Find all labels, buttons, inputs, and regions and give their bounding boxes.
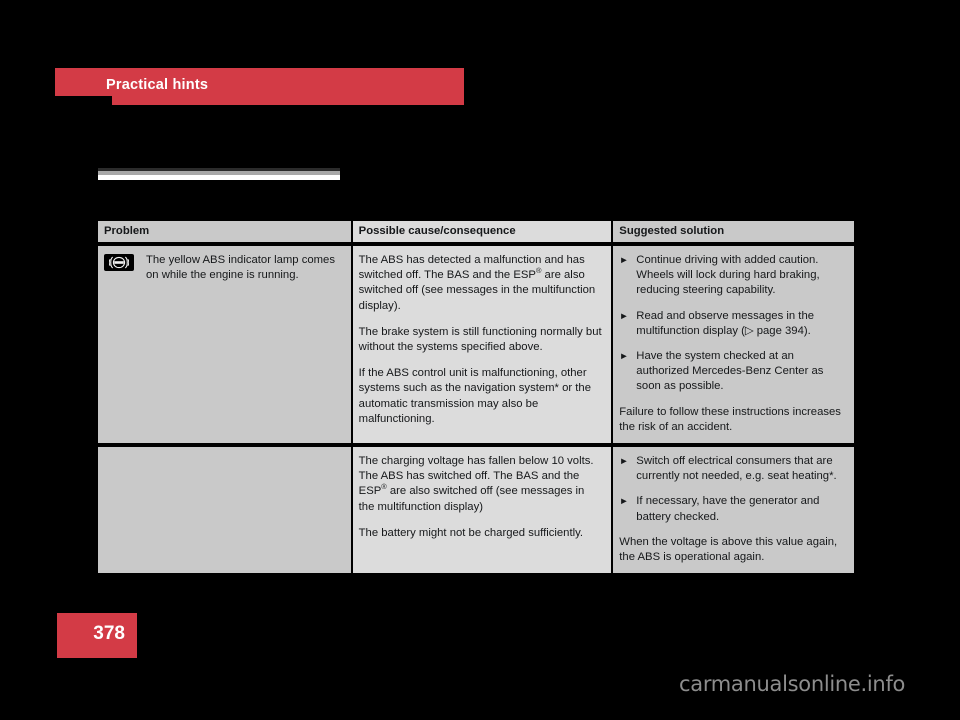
troubleshooting-table: Problem Possible cause/consequence Sugge… <box>98 221 854 574</box>
chapter-title: Practical hints <box>106 77 209 93</box>
triangle-bullet-icon: ► <box>619 351 629 363</box>
solution-note: Failure to follow these instructions inc… <box>619 405 841 433</box>
triangle-bullet-icon: ► <box>619 310 629 322</box>
cell-solution: ► Continue driving with added caution. W… <box>613 246 854 444</box>
cell-problem <box>98 447 351 574</box>
solution-bullet: ► Read and observe messages in the multi… <box>619 309 845 339</box>
cause-paragraph: The battery might not be charged suffici… <box>358 526 584 539</box>
solution-bullet: ► Switch off electrical consumers that a… <box>619 454 845 484</box>
cell-cause: The ABS has detected a malfunction and h… <box>352 246 612 444</box>
cell-cause: The charging voltage has fallen below 10… <box>352 447 612 574</box>
abs-warning-lamp-icon <box>104 254 134 271</box>
cause-paragraph: The brake system is still functioning no… <box>358 325 602 354</box>
solution-bullet: ► Have the system checked at an authoriz… <box>619 349 845 395</box>
solution-bullet-text: Read and observe messages in the multifu… <box>636 309 815 337</box>
table-row: The charging voltage has fallen below 10… <box>98 447 854 574</box>
cause-paragraph: The charging voltage has fallen below 10… <box>358 455 594 513</box>
solution-bullet-text: Have the system checked at an authorized… <box>636 350 824 393</box>
cause-paragraph: The ABS has detected a malfunction and h… <box>358 254 596 312</box>
triangle-bullet-icon: ► <box>619 496 629 508</box>
solution-note: When the voltage is above this value aga… <box>619 535 838 564</box>
column-header-problem: Problem <box>98 221 351 242</box>
section-rule <box>98 168 340 180</box>
cell-problem: The yellow ABS indicator lamp comes on w… <box>98 246 351 444</box>
solution-bullet: ► Continue driving with added caution. W… <box>619 253 845 299</box>
table-header-row: Problem Possible cause/consequence Sugge… <box>98 221 854 242</box>
solution-bullet-text: Switch off electrical consumers that are… <box>636 455 837 483</box>
section-rule-white <box>98 175 340 180</box>
triangle-bullet-icon: ► <box>619 255 629 266</box>
cause-paragraph: If the ABS control unit is malfunctionin… <box>358 367 591 425</box>
manual-page: Practical hints Problem Possible cause/c… <box>0 0 960 720</box>
triangle-bullet-icon: ► <box>619 456 629 468</box>
column-header-solution: Suggested solution <box>613 221 854 242</box>
column-header-cause: Possible cause/consequence <box>352 221 612 242</box>
page-number-box: 378 <box>57 613 137 658</box>
page-number: 378 <box>93 623 125 644</box>
solution-bullet-text: If necessary, have the generator and bat… <box>636 495 820 523</box>
cell-solution: ► Switch off electrical consumers that a… <box>613 447 854 574</box>
cell-problem-text: The yellow ABS indicator lamp comes on w… <box>146 254 335 282</box>
solution-bullet: ► If necessary, have the generator and b… <box>619 494 845 524</box>
chapter-header-notch <box>55 96 112 105</box>
table-row: The yellow ABS indicator lamp comes on w… <box>98 246 854 444</box>
site-watermark: carmanualsonline.info <box>679 672 906 696</box>
solution-bullet-text: Continue driving with added caution. Whe… <box>636 254 820 297</box>
